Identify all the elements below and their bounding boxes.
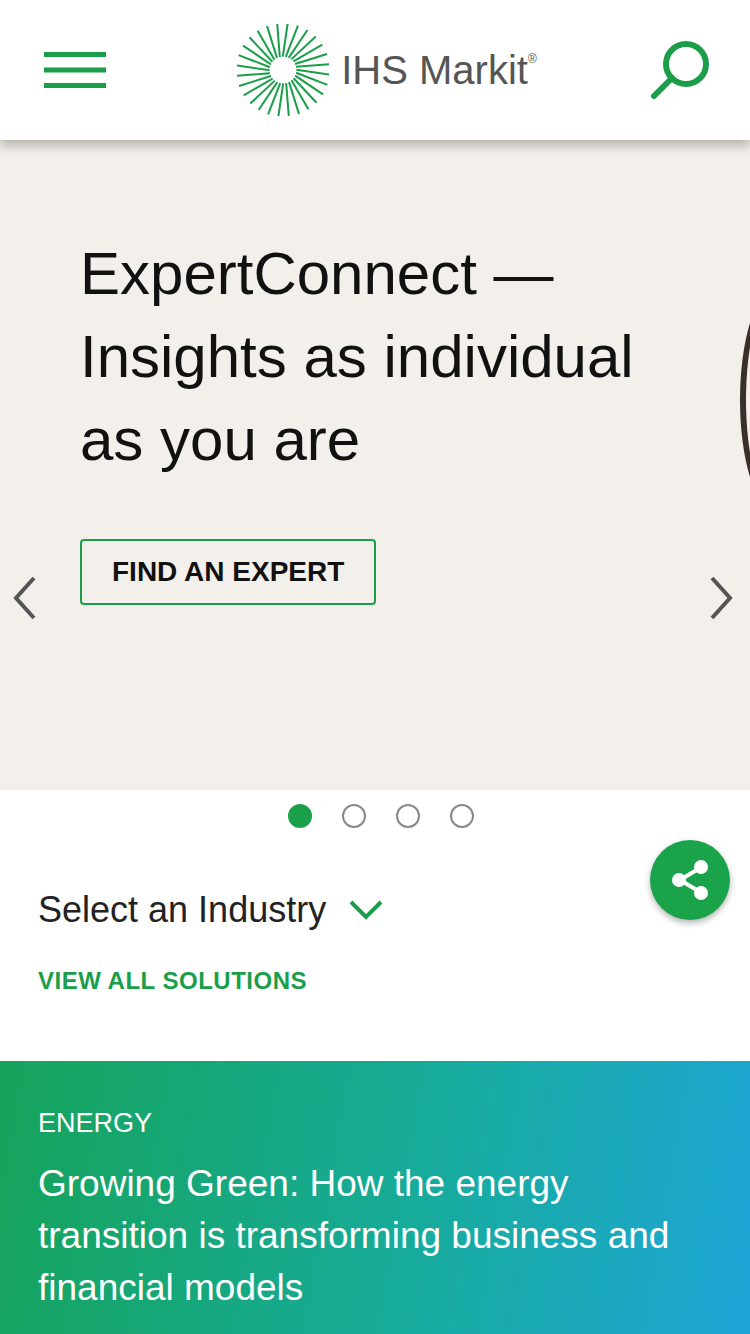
industry-select-label: Select an Industry	[38, 888, 326, 932]
chevron-right-icon	[706, 574, 736, 622]
previous-slide-button[interactable]	[10, 574, 40, 625]
feature-panel[interactable]: ENERGY Growing Green: How the energy tran…	[0, 1061, 750, 1334]
registered-mark: ®	[528, 52, 537, 66]
industry-select[interactable]: Select an Industry	[38, 888, 750, 932]
logo-text: IHS Markit®	[341, 48, 537, 93]
hamburger-icon	[44, 50, 106, 90]
search-button[interactable]	[648, 38, 712, 102]
header: IHS Markit®	[0, 0, 750, 140]
slide-dot[interactable]	[396, 804, 420, 828]
share-icon	[668, 858, 712, 902]
page: IHS Markit® ExpertConnect —Insights as in…	[0, 0, 750, 1334]
search-icon	[648, 38, 712, 102]
chevron-down-icon	[348, 899, 384, 921]
view-all-solutions-link[interactable]: VIEW ALL SOLUTIONS	[38, 966, 750, 996]
share-button[interactable]	[650, 840, 730, 920]
hero-title-line: ExpertConnect —	[80, 232, 634, 315]
logo[interactable]: IHS Markit®	[237, 24, 537, 116]
menu-button[interactable]	[44, 50, 106, 90]
slide-dot[interactable]	[342, 804, 366, 828]
hero-title: ExpertConnect —Insights as individualas …	[80, 232, 634, 481]
slide-dot[interactable]	[288, 804, 312, 828]
feature-headline: Growing Green: How the energy transition…	[38, 1158, 698, 1314]
slide-dot[interactable]	[450, 804, 474, 828]
hero-photo	[740, 290, 750, 510]
hero-carousel: ExpertConnect —Insights as individualas …	[0, 140, 750, 790]
feature-category: ENERGY	[38, 1106, 712, 1140]
logo-swirl-icon	[237, 24, 329, 116]
find-expert-button[interactable]: FIND AN EXPERT	[80, 539, 376, 605]
hero-title-line: Insights as individual	[80, 315, 634, 398]
next-slide-button[interactable]	[706, 574, 736, 625]
hero-title-line: as you are	[80, 398, 634, 481]
slide-indicators	[0, 804, 750, 828]
chevron-left-icon	[10, 574, 40, 622]
